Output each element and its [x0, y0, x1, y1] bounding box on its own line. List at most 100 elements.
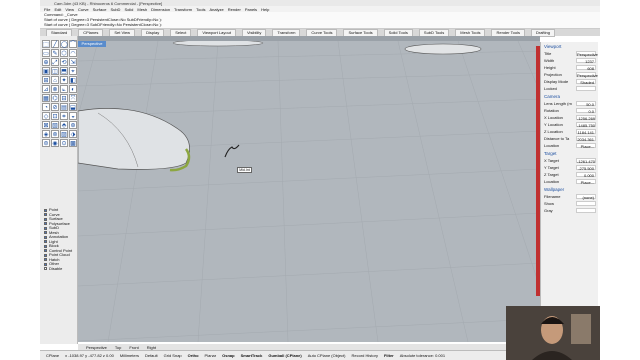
- perspective-viewport[interactable]: [78, 41, 540, 342]
- tool-button[interactable]: ⇲: [69, 58, 77, 66]
- status-toggle[interactable]: Grid Snap: [164, 353, 182, 358]
- tool-button[interactable]: ◠: [69, 49, 77, 57]
- tool-button[interactable]: ⊕: [42, 58, 50, 66]
- tool-button[interactable]: ◔: [42, 103, 50, 111]
- command-area[interactable]: Command: _Curve Start of curve ( Degree=…: [40, 12, 600, 29]
- tool-button[interactable]: ◉: [51, 139, 59, 147]
- menu-item[interactable]: Render: [228, 7, 241, 12]
- tool-button[interactable]: ✦: [60, 76, 68, 84]
- status-toggle[interactable]: Filter: [384, 353, 394, 358]
- osnap-checkbox[interactable]: [44, 235, 47, 239]
- property-value[interactable]: 0.000: [576, 172, 596, 178]
- osnap-checkbox[interactable]: [44, 267, 47, 271]
- tool-button[interactable]: ⬗: [69, 130, 77, 138]
- osnap-checkbox[interactable]: [44, 226, 47, 230]
- tool-button[interactable]: ⌒: [69, 40, 77, 48]
- tool-button[interactable]: ⊗: [51, 85, 59, 93]
- property-value[interactable]: Place...: [576, 143, 596, 149]
- viewport-tab[interactable]: Front: [129, 345, 138, 350]
- tool-button[interactable]: ⊿: [42, 85, 50, 93]
- property-value[interactable]: Place...: [576, 179, 596, 185]
- tool-button[interactable]: ◐: [69, 85, 77, 93]
- tool-button[interactable]: ⟲: [60, 58, 68, 66]
- status-toggle[interactable]: Ortho: [188, 353, 199, 358]
- tool-button[interactable]: ◯: [60, 40, 68, 48]
- menu-item[interactable]: View: [65, 7, 74, 12]
- osnap-checkbox[interactable]: [44, 217, 47, 221]
- tool-button[interactable]: ▨: [60, 130, 68, 138]
- tool-button[interactable]: ⬓: [69, 103, 77, 111]
- property-value[interactable]: [576, 208, 596, 213]
- osnap-checkbox[interactable]: [44, 231, 47, 235]
- menu-item[interactable]: Tools: [196, 7, 205, 12]
- menu-item[interactable]: SubD: [110, 7, 120, 12]
- tool-button[interactable]: ⌂: [51, 76, 59, 84]
- menu-item[interactable]: Edit: [54, 7, 61, 12]
- tool-button[interactable]: ╱: [51, 40, 59, 48]
- osnap-checkbox[interactable]: [44, 244, 47, 248]
- tool-button[interactable]: ⌬: [51, 94, 59, 102]
- menu-item[interactable]: Panels: [245, 7, 257, 12]
- property-value[interactable]: 1237: [576, 58, 596, 64]
- property-value[interactable]: -1256.269: [576, 115, 596, 121]
- status-toggle[interactable]: Gumball (CPlane): [268, 353, 301, 358]
- menu-item[interactable]: Help: [261, 7, 269, 12]
- tool-button[interactable]: ⊛: [69, 121, 77, 129]
- tool-button[interactable]: ▩: [69, 139, 77, 147]
- property-value[interactable]: Perspective: [576, 72, 598, 78]
- viewport-tab[interactable]: Right: [147, 345, 156, 350]
- menu-item[interactable]: Dimension: [151, 7, 170, 12]
- tool-button[interactable]: ⊚: [51, 130, 59, 138]
- tool-button[interactable]: ⬡: [60, 49, 68, 57]
- viewport-tab[interactable]: Perspective: [86, 345, 107, 350]
- osnap-checkbox[interactable]: [44, 208, 47, 212]
- layer[interactable]: Default: [145, 353, 158, 358]
- tool-button[interactable]: ▧: [51, 121, 59, 129]
- tool-button[interactable]: ⟀: [60, 85, 68, 93]
- menu-item[interactable]: Mesh: [137, 7, 147, 12]
- property-value[interactable]: [576, 86, 596, 91]
- viewport-tab[interactable]: Top: [115, 345, 121, 350]
- property-value[interactable]: 50.0: [576, 101, 596, 107]
- tool-button[interactable]: ◫: [51, 67, 59, 75]
- status-toggle[interactable]: Planar: [205, 353, 217, 358]
- tool-button[interactable]: ⌗: [60, 112, 68, 120]
- property-value[interactable]: 608: [576, 65, 596, 71]
- osnap-checkbox[interactable]: [44, 258, 47, 262]
- tool-button[interactable]: ⊟: [60, 94, 68, 102]
- property-value[interactable]: 2034.361: [576, 136, 596, 142]
- property-value[interactable]: -1485.750: [576, 122, 596, 128]
- tool-button[interactable]: ⤢: [51, 58, 59, 66]
- osnap-checkbox[interactable]: [44, 249, 47, 253]
- tool-button[interactable]: ◧: [69, 76, 77, 84]
- osnap-checkbox[interactable]: [44, 262, 47, 266]
- tool-button[interactable]: ⬚: [42, 40, 50, 48]
- tool-button[interactable]: ▦: [42, 94, 50, 102]
- tool-button[interactable]: ✎: [51, 49, 59, 57]
- tool-button[interactable]: ◒: [69, 112, 77, 120]
- property-value[interactable]: -275.500: [576, 165, 596, 171]
- status-toggle[interactable]: SmartTrack: [241, 353, 263, 358]
- status-toggle[interactable]: Osnap: [222, 353, 234, 358]
- osnap-item[interactable]: Disable: [40, 266, 76, 272]
- property-value[interactable]: Shaded: [576, 79, 596, 85]
- property-value[interactable]: 1184.141: [576, 129, 596, 135]
- tool-button[interactable]: ⊡: [51, 112, 59, 120]
- menu-item[interactable]: File: [44, 7, 50, 12]
- tool-button[interactable]: ⊘: [51, 103, 59, 111]
- tool-button[interactable]: ▤: [60, 103, 68, 111]
- menu-item[interactable]: Solid: [124, 7, 133, 12]
- property-value[interactable]: Perspective: [576, 51, 598, 57]
- osnap-checkbox[interactable]: [44, 253, 47, 257]
- osnap-checkbox[interactable]: [44, 213, 47, 217]
- menu-item[interactable]: Transform: [174, 7, 192, 12]
- tool-button[interactable]: ⊙: [60, 139, 68, 147]
- tool-button[interactable]: ⬒: [60, 67, 68, 75]
- tool-button[interactable]: ◇: [42, 112, 50, 120]
- menu-item[interactable]: Surface: [93, 7, 107, 12]
- tool-button[interactable]: ⊞: [42, 76, 50, 84]
- osnap-checkbox[interactable]: [44, 222, 47, 226]
- viewport-label[interactable]: Perspective: [78, 41, 106, 47]
- menu-item[interactable]: Analyze: [209, 7, 223, 12]
- status-toggle[interactable]: Record History: [352, 353, 378, 358]
